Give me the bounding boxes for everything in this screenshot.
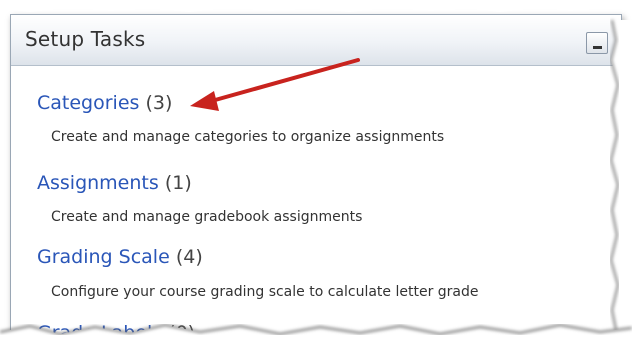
grade-labels-count: (0): [168, 322, 196, 338]
grade-labels-link[interactable]: Grade Labels: [37, 322, 162, 337]
assignments-description: Create and manage gradebook assignments: [51, 209, 363, 225]
minimize-button[interactable]: [586, 32, 608, 54]
task-item-categories: Categories (3) Create and manage categor…: [37, 92, 444, 145]
categories-description: Create and manage categories to organize…: [51, 129, 445, 145]
minimize-icon: [593, 46, 602, 49]
task-item-grading-scale: Grading Scale (4) Configure your course …: [37, 246, 479, 300]
task-row: Assignments (1): [37, 172, 192, 194]
setup-tasks-panel: Setup Tasks Categories (3) Create and ma…: [10, 14, 622, 338]
screenshot-stage: Setup Tasks Categories (3) Create and ma…: [0, 0, 632, 346]
panel-title: Setup Tasks: [25, 27, 146, 51]
categories-link[interactable]: Categories: [37, 92, 139, 114]
grading-scale-count: (4): [175, 246, 203, 268]
assignments-link[interactable]: Assignments: [37, 172, 159, 194]
categories-count: (3): [145, 92, 173, 114]
task-row: Categories (3): [37, 92, 172, 114]
assignments-count: (1): [164, 172, 192, 194]
task-item-assignments: Assignments (1) Create and manage gradeb…: [37, 172, 362, 225]
task-list: Categories (3) Create and manage categor…: [11, 66, 621, 338]
task-row: Grade Labels (0): [37, 322, 196, 338]
grading-scale-description: Configure your course grading scale to c…: [51, 284, 479, 300]
panel-header: Setup Tasks: [11, 15, 621, 66]
task-row: Grading Scale (4): [37, 246, 203, 268]
task-item-grade-labels: Grade Labels (0): [37, 322, 196, 338]
grading-scale-link[interactable]: Grading Scale: [37, 246, 170, 268]
